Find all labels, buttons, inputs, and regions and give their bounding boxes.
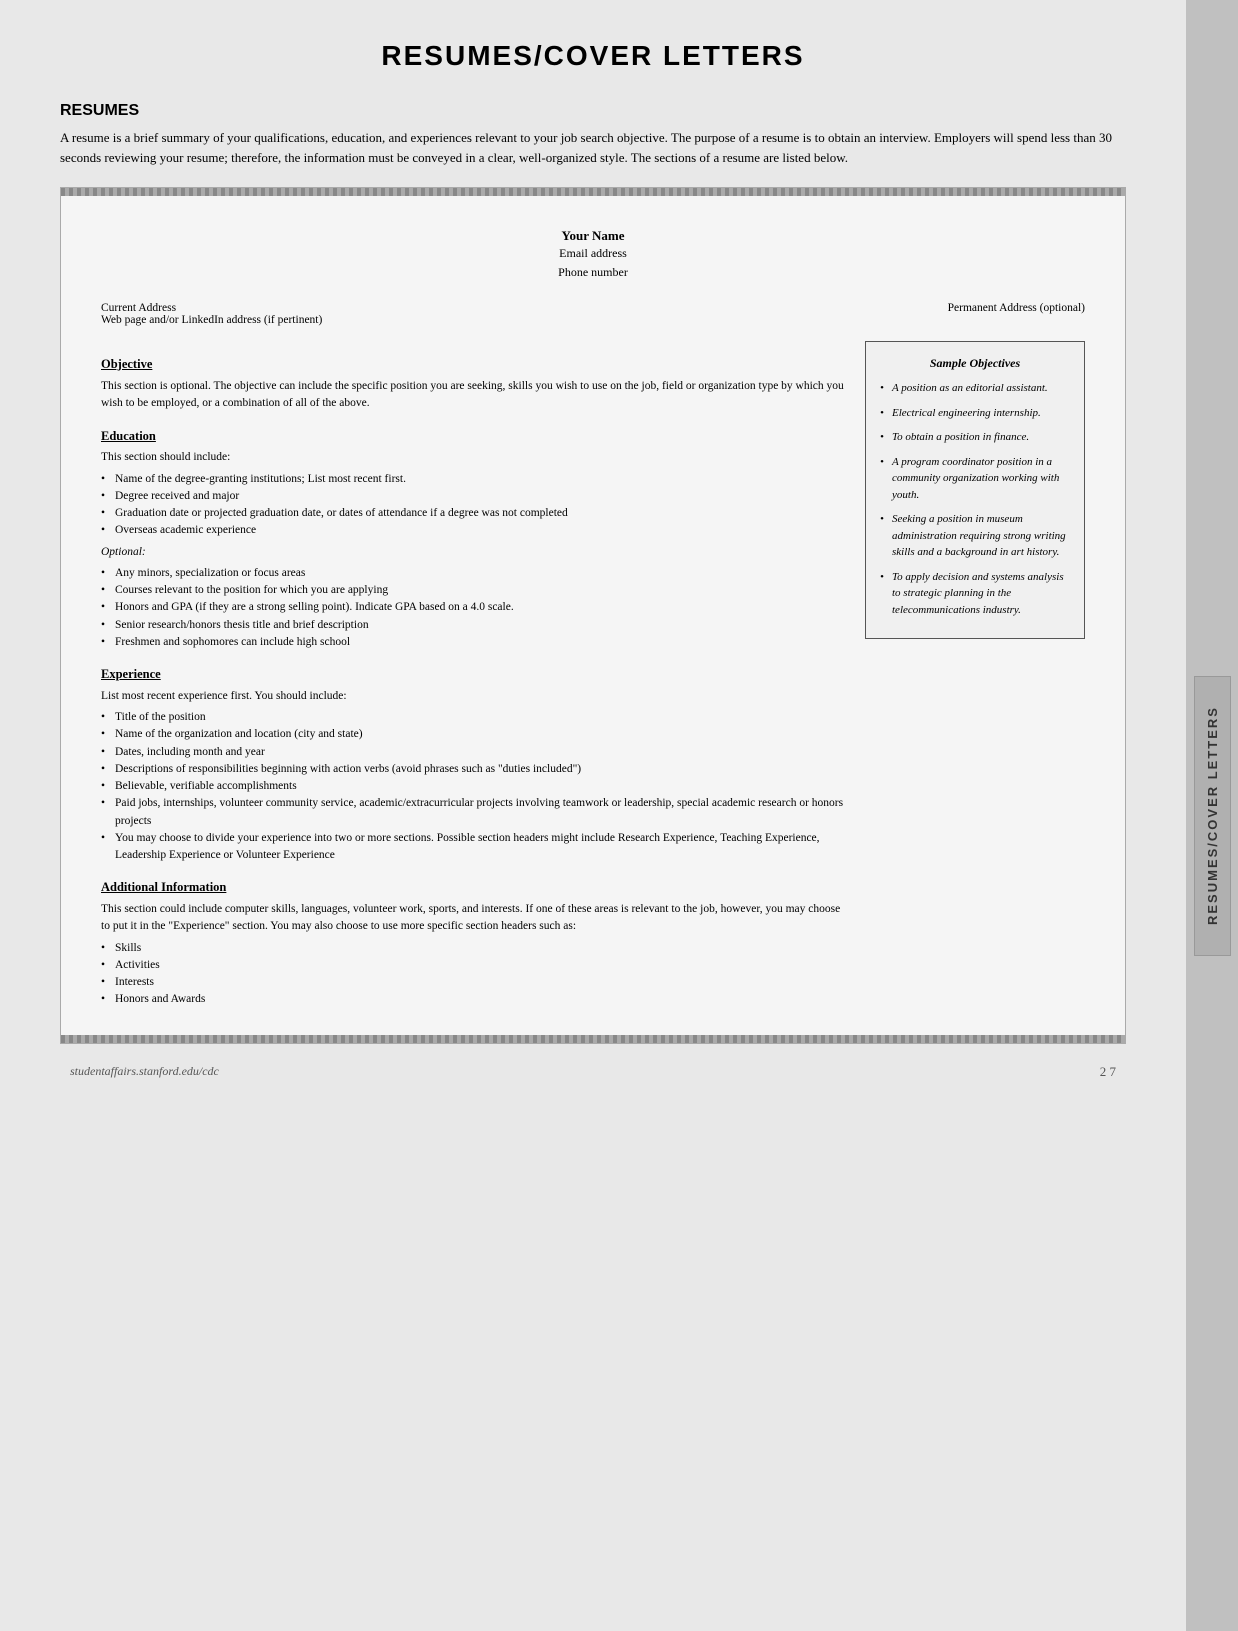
web-address: Web page and/or LinkedIn address (if per… — [101, 314, 322, 326]
footer-page-number: 2 7 — [1100, 1064, 1116, 1080]
list-item: Honors and Awards — [101, 991, 845, 1008]
footer-url: studentaffairs.stanford.edu/cdc — [70, 1064, 219, 1080]
resume-right-column: Sample Objectives A position as an edito… — [865, 341, 1085, 1012]
list-item: Skills — [101, 940, 845, 957]
list-item: Freshmen and sophomores can include high… — [101, 634, 845, 651]
resumes-section: RESUMES A resume is a brief summary of y… — [60, 102, 1126, 167]
resume-name: Your Name — [101, 228, 1085, 244]
list-item: You may choose to divide your experience… — [101, 830, 845, 865]
page-title: RESUMES/COVER LETTERS — [60, 40, 1126, 72]
sample-objectives-box: Sample Objectives A position as an edito… — [865, 341, 1085, 639]
additional-info-text: This section could include computer skil… — [101, 901, 845, 936]
list-item: Paid jobs, internships, volunteer commun… — [101, 795, 845, 830]
list-item: Descriptions of responsibilities beginni… — [101, 761, 845, 778]
education-intro: This section should include: — [101, 449, 845, 466]
objective-title: Objective — [101, 355, 845, 374]
document-box: Your Name Email address Phone number Cur… — [60, 187, 1126, 1044]
additional-info-title: Additional Information — [101, 878, 845, 897]
resume-header: Your Name Email address Phone number — [101, 218, 1085, 282]
list-item: Title of the position — [101, 709, 845, 726]
sample-objectives-title: Sample Objectives — [880, 354, 1070, 372]
resume-left-column: Objective This section is optional. The … — [101, 341, 845, 1012]
side-tab: RESUMES/COVER LETTERS — [1186, 0, 1238, 1631]
optional-label: Optional: — [101, 544, 845, 561]
current-address-label: Current Address — [101, 302, 322, 314]
list-item: Believable, verifiable accomplishments — [101, 778, 845, 795]
list-item: Senior research/honors thesis title and … — [101, 617, 845, 634]
list-item: Interests — [101, 974, 845, 991]
sample-objective-item: A position as an editorial assistant. — [880, 380, 1070, 397]
address-row: Current Address Web page and/or LinkedIn… — [101, 302, 1085, 326]
resume-body: Objective This section is optional. The … — [101, 341, 1085, 1012]
list-item: Name of the organization and location (c… — [101, 726, 845, 743]
address-right: Permanent Address (optional) — [948, 302, 1085, 326]
sample-objective-item: Electrical engineering internship. — [880, 405, 1070, 422]
list-item: Any minors, specialization or focus area… — [101, 565, 845, 582]
resumes-heading: RESUMES — [60, 102, 1126, 120]
list-item: Dates, including month and year — [101, 744, 845, 761]
experience-list: Title of the position Name of the organi… — [101, 709, 845, 864]
side-tab-label: RESUMES/COVER LETTERS — [1194, 676, 1231, 956]
education-title: Education — [101, 427, 845, 446]
sample-objective-item: A program coordinator position in a comm… — [880, 454, 1070, 504]
main-content: RESUMES/COVER LETTERS RESUMES A resume i… — [0, 0, 1186, 1631]
list-item: Overseas academic experience — [101, 522, 845, 539]
resumes-intro: A resume is a brief summary of your qual… — [60, 128, 1126, 167]
education-required-list: Name of the degree-granting institutions… — [101, 471, 845, 540]
sample-objective-item: Seeking a position in museum administrat… — [880, 511, 1070, 561]
resume-phone: Phone number — [101, 263, 1085, 282]
page-footer: studentaffairs.stanford.edu/cdc 2 7 — [60, 1064, 1126, 1080]
education-optional-list: Any minors, specialization or focus area… — [101, 565, 845, 651]
experience-intro: List most recent experience first. You s… — [101, 688, 845, 705]
objective-text: This section is optional. The objective … — [101, 378, 845, 413]
list-item: Graduation date or projected graduation … — [101, 505, 845, 522]
list-item: Activities — [101, 957, 845, 974]
list-item: Degree received and major — [101, 488, 845, 505]
experience-title: Experience — [101, 665, 845, 684]
sample-objectives-list: A position as an editorial assistant. El… — [880, 380, 1070, 618]
list-item: Name of the degree-granting institutions… — [101, 471, 845, 488]
sample-objective-item: To apply decision and systems analysis t… — [880, 569, 1070, 619]
list-item: Honors and GPA (if they are a strong sel… — [101, 599, 845, 616]
resume-email: Email address — [101, 244, 1085, 263]
sample-objective-item: To obtain a position in finance. — [880, 429, 1070, 446]
address-left: Current Address Web page and/or LinkedIn… — [101, 302, 322, 326]
additional-info-list: Skills Activities Interests Honors and A… — [101, 940, 845, 1009]
list-item: Courses relevant to the position for whi… — [101, 582, 845, 599]
page-wrapper: RESUMES/COVER LETTERS RESUMES A resume i… — [0, 0, 1238, 1631]
